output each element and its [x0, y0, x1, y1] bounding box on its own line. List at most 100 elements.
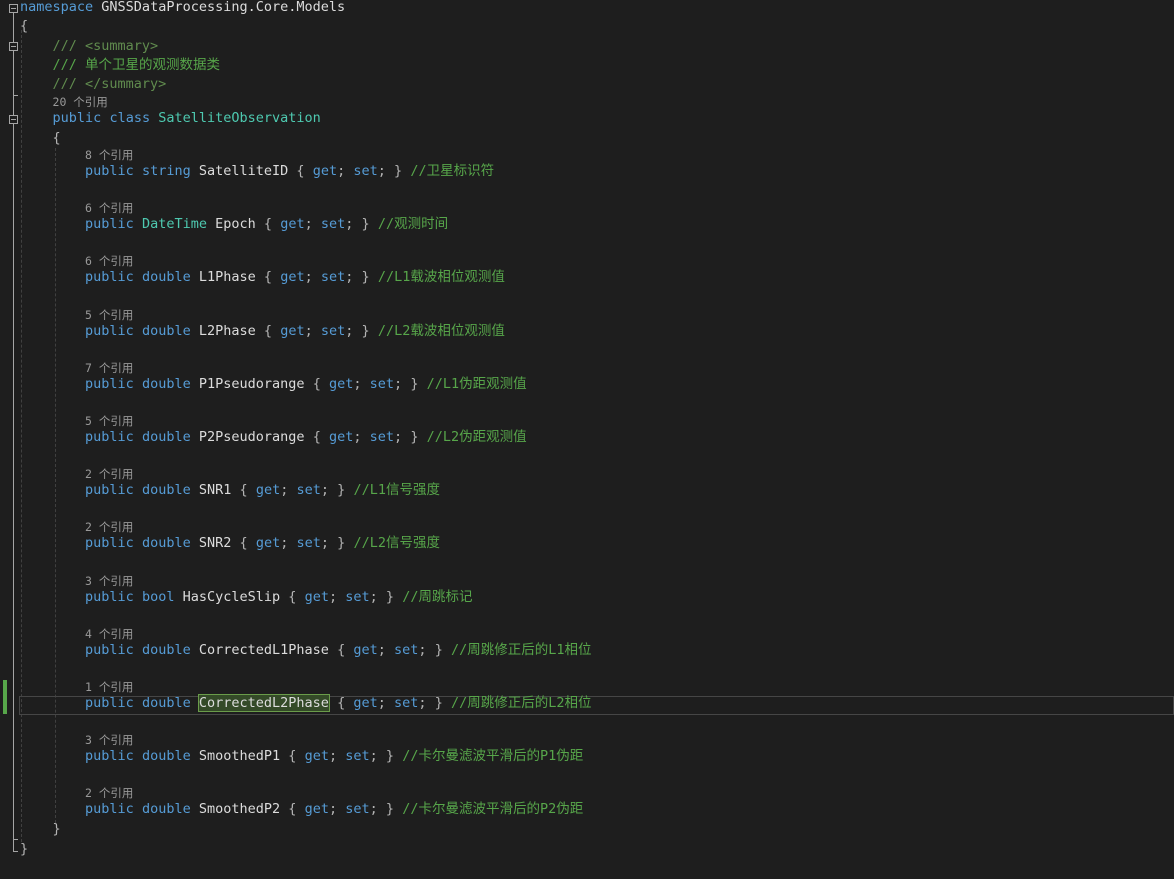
codelens-references[interactable]: 3 个引用	[20, 573, 133, 589]
codelens-references[interactable]: 3 个引用	[20, 732, 133, 748]
get-keyword: get	[255, 482, 281, 498]
class-name: SatelliteObservation	[158, 110, 321, 126]
fold-collapse-icon[interactable]	[9, 115, 18, 124]
codelens-references[interactable]: 6 个引用	[20, 253, 133, 269]
semicolon: ;	[345, 269, 354, 285]
summary-close-line[interactable]: /// </summary>	[20, 75, 167, 94]
fold-end	[13, 95, 18, 96]
set-keyword: set	[320, 216, 346, 232]
set-keyword: set	[320, 269, 346, 285]
gutter	[0, 0, 20, 879]
accessor-open-brace: {	[296, 163, 305, 179]
property-line[interactable]: public double CorrectedL1Phase { get; se…	[20, 641, 591, 660]
semicolon: ;	[280, 535, 289, 551]
accessor-open-brace: {	[263, 216, 273, 232]
property-name: P2Pseudorange	[198, 429, 305, 445]
set-keyword: set	[296, 535, 321, 551]
codelens-references[interactable]: 2 个引用	[20, 466, 133, 482]
fold-collapse-icon[interactable]	[9, 4, 18, 13]
codelens-references[interactable]: 4 个引用	[20, 626, 133, 642]
codelens-references[interactable]: 7 个引用	[20, 360, 133, 376]
semicolon: ;	[353, 376, 362, 392]
accessor-open-brace: {	[263, 323, 273, 339]
semicolon: ;	[394, 376, 403, 392]
fold-end	[13, 839, 18, 840]
accessor-close-brace: }	[410, 376, 419, 392]
get-keyword: get	[304, 801, 329, 817]
brace-line[interactable]: {	[20, 17, 28, 36]
inline-comment: //观测时间	[377, 216, 449, 232]
semicolon: ;	[320, 535, 330, 551]
accessor-open-brace: {	[312, 429, 321, 445]
modifier-keyword: public	[85, 269, 134, 285]
semicolon: ;	[353, 429, 362, 445]
semicolon: ;	[280, 482, 289, 498]
inline-comment: //L1伪距观测值	[426, 376, 527, 392]
codelens-references[interactable]: 2 个引用	[20, 785, 133, 801]
accessor-open-brace: {	[288, 748, 297, 764]
fold-collapse-icon[interactable]	[9, 42, 18, 51]
codelens-references[interactable]: 8 个引用	[20, 147, 133, 163]
accessor-close-brace: }	[385, 748, 395, 764]
modifier-keyword: public	[85, 429, 134, 445]
property-name: CorrectedL2Phase	[197, 694, 330, 712]
get-keyword: get	[353, 642, 378, 658]
property-line[interactable]: public double P2Pseudorange { get; set; …	[20, 428, 527, 447]
summary-open-line[interactable]: /// <summary>	[20, 37, 159, 56]
property-line[interactable]: public double SNR1 { get; set; } //L1信号强…	[20, 481, 440, 500]
fold-end	[13, 851, 18, 852]
accessor-close-brace: }	[385, 589, 395, 605]
summary-text-line[interactable]: /// 单个卫星的观测数据类	[20, 56, 221, 75]
codelens-references[interactable]: 6 个引用	[20, 200, 133, 216]
codelens-references[interactable]: 1 个引用	[20, 679, 133, 695]
property-name: Epoch	[215, 216, 256, 232]
property-line[interactable]: public bool HasCycleSlip { get; set; } /…	[20, 588, 472, 607]
property-line[interactable]: public double SmoothedP2 { get; set; } /…	[20, 800, 583, 819]
accessor-open-brace: {	[239, 482, 248, 498]
close-brace: }	[52, 821, 61, 837]
inline-comment: //周跳标记	[402, 589, 473, 605]
codelens-references[interactable]: 20 个引用	[20, 94, 108, 110]
class-open-brace-line[interactable]: {	[20, 129, 61, 148]
semicolon: ;	[304, 269, 313, 285]
inline-comment: //L2载波相位观测值	[377, 323, 505, 339]
accessor-open-brace: {	[263, 269, 273, 285]
property-line[interactable]: public string SatelliteID { get; set; } …	[20, 162, 494, 181]
property-line[interactable]: public double SNR2 { get; set; } //L2信号强…	[20, 534, 440, 553]
change-marker	[3, 680, 7, 714]
accessor-close-brace: }	[337, 482, 346, 498]
property-line[interactable]: public DateTime Epoch { get; set; } //观测…	[20, 215, 448, 234]
semicolon: ;	[345, 323, 354, 339]
get-keyword: get	[255, 535, 281, 551]
set-keyword: set	[369, 376, 395, 392]
property-name: SNR2	[198, 535, 232, 551]
namespace-close-brace-line[interactable]: }	[20, 840, 28, 859]
property-line[interactable]: public double L1Phase { get; set; } //L1…	[20, 268, 505, 287]
set-keyword: set	[345, 801, 370, 817]
accessor-close-brace: }	[361, 323, 370, 339]
codelens-references[interactable]: 2 个引用	[20, 519, 133, 535]
semicolon: ;	[377, 642, 386, 658]
get-keyword: get	[328, 429, 354, 445]
namespace-line[interactable]: namespace GNSSDataProcessing.Core.Models	[20, 0, 345, 17]
property-line[interactable]: public double CorrectedL2Phase { get; se…	[20, 694, 591, 713]
semicolon: ;	[377, 163, 386, 179]
property-line[interactable]: public double SmoothedP1 { get; set; } /…	[20, 747, 583, 766]
modifier-keyword: public	[85, 535, 134, 551]
semicolon: ;	[304, 216, 313, 232]
code-editor[interactable]: namespace GNSSDataProcessing.Core.Models…	[0, 0, 1174, 879]
codelens-references[interactable]: 5 个引用	[20, 413, 133, 429]
type-keyword: double	[141, 748, 191, 764]
modifier-keyword: public	[85, 589, 134, 605]
inline-comment: //周跳修正后的L2相位	[450, 695, 592, 711]
modifier-keyword: public	[85, 323, 134, 339]
codelens-references[interactable]: 5 个引用	[20, 307, 133, 323]
semicolon: ;	[320, 482, 330, 498]
accessor-close-brace: }	[434, 642, 443, 658]
class-declaration-line[interactable]: public class SatelliteObservation	[20, 109, 321, 128]
semicolon: ;	[328, 589, 338, 605]
property-line[interactable]: public double P1Pseudorange { get; set; …	[20, 375, 527, 394]
property-line[interactable]: public double L2Phase { get; set; } //L2…	[20, 322, 505, 341]
semicolon: ;	[337, 163, 346, 179]
class-close-brace-line[interactable]: }	[20, 820, 61, 839]
